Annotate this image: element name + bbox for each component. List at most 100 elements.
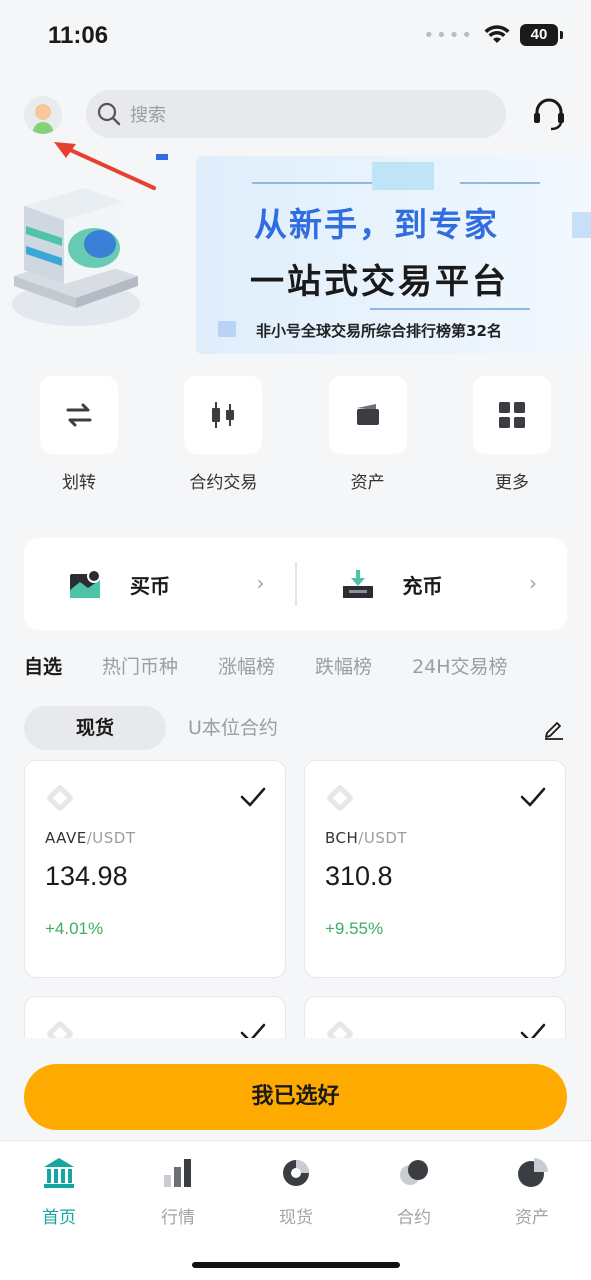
nav-futures[interactable]: 合约 xyxy=(374,1155,454,1228)
subtab-usdt-futures[interactable]: U本位合约 xyxy=(188,706,278,750)
price-change: +9.55% xyxy=(325,919,384,938)
search-bar[interactable]: 搜索 xyxy=(86,90,506,138)
tab-24h-volume[interactable]: 24H交易榜 xyxy=(412,652,507,679)
buy-crypto-button[interactable]: 买币 › xyxy=(24,538,295,630)
coin-card-partial[interactable] xyxy=(304,996,566,1038)
chevron-right-icon: › xyxy=(529,571,537,595)
nav-label: 首页 xyxy=(42,1208,76,1228)
quick-action-label: 划转 xyxy=(62,473,96,493)
quick-action-futures-trade[interactable]: 合约交易 xyxy=(168,376,278,493)
signal-icon: •••• xyxy=(423,24,474,46)
quick-action-box xyxy=(328,376,407,454)
grid-icon xyxy=(498,402,525,428)
pair-base: AAVE xyxy=(45,829,87,847)
candlestick-icon xyxy=(212,402,235,428)
trading-pair: AAVE/USDT xyxy=(45,829,136,847)
coin-card-partial[interactable] xyxy=(24,996,286,1038)
status-bar: 11:06 •••• 40 xyxy=(0,0,591,76)
coin-placeholder-icon xyxy=(327,785,353,811)
pair-quote: /USDT xyxy=(358,829,408,847)
coin-price: 134.98 xyxy=(45,861,128,891)
trading-pair: BCH/USDT xyxy=(325,829,407,847)
quick-action-transfer[interactable]: 划转 xyxy=(24,376,134,493)
futures-icon xyxy=(400,1160,428,1185)
tab-hot-coins[interactable]: 热门币种 xyxy=(102,652,178,679)
confirm-selection-button[interactable]: 我已选好 xyxy=(24,1064,567,1130)
pair-base: BCH xyxy=(325,829,359,847)
banner-decor-line xyxy=(370,308,530,310)
coin-placeholder-icon xyxy=(327,1021,353,1038)
tab-losers[interactable]: 跌幅榜 xyxy=(315,652,372,679)
buy-crypto-label: 买币 xyxy=(130,573,170,598)
check-icon[interactable] xyxy=(239,785,267,809)
banner-decor-line xyxy=(460,182,540,184)
avatar-icon xyxy=(24,96,62,134)
banner-subtitle: 非小号全球交易所综合排行榜第32名 xyxy=(256,322,502,340)
banner-decor-block xyxy=(156,154,168,160)
home-icon xyxy=(44,1158,74,1188)
banner-title-line2: 一站式交易平台 xyxy=(250,262,509,302)
nav-spot[interactable]: 现货 xyxy=(256,1155,336,1228)
check-icon[interactable] xyxy=(519,1021,547,1038)
edit-icon[interactable] xyxy=(543,718,565,740)
search-placeholder: 搜索 xyxy=(130,105,166,126)
check-icon[interactable] xyxy=(519,785,547,809)
avatar[interactable] xyxy=(24,96,62,134)
nav-market[interactable]: 行情 xyxy=(138,1155,218,1228)
check-icon[interactable] xyxy=(239,1021,267,1038)
coin-placeholder-icon xyxy=(47,1021,73,1038)
wifi-icon xyxy=(484,25,510,43)
tab-gainers[interactable]: 涨幅榜 xyxy=(218,652,275,679)
quick-actions: 划转 合约交易 资产 更多 xyxy=(24,376,567,493)
transfer-icon xyxy=(66,403,92,427)
banner-title-line1: 从新手，到专家 xyxy=(254,205,499,244)
coin-placeholder-icon xyxy=(47,785,73,811)
assets-icon xyxy=(518,1158,548,1187)
server-illustration-icon xyxy=(12,188,140,326)
tab-watchlist[interactable]: 自选 xyxy=(24,652,62,679)
header: 搜索 xyxy=(0,88,591,140)
coin-card-aave[interactable]: AAVE/USDT 134.98 +4.01% xyxy=(24,760,286,978)
bottom-nav: 首页 行情 现货 合约 资产 xyxy=(0,1140,591,1280)
promo-banner[interactable]: 从新手，到专家 一站式交易平台 非小号全球交易所综合排行榜第32名 xyxy=(0,150,591,360)
chevron-right-icon: › xyxy=(256,571,265,595)
quick-action-box xyxy=(40,376,118,454)
deposit-icon xyxy=(342,570,373,598)
quick-action-box xyxy=(184,376,263,454)
nav-label: 行情 xyxy=(161,1208,195,1228)
coin-card-bch[interactable]: BCH/USDT 310.8 +9.55% xyxy=(304,760,566,978)
quick-action-label: 资产 xyxy=(350,473,385,493)
subtab-spot[interactable]: 现货 xyxy=(24,706,166,750)
home-indicator xyxy=(192,1262,400,1268)
pair-quote: /USDT xyxy=(86,829,136,847)
nav-home[interactable]: 首页 xyxy=(19,1155,99,1228)
deposit-label: 充币 xyxy=(402,573,443,598)
spot-icon xyxy=(283,1160,309,1186)
banner-sub-marker xyxy=(218,321,236,337)
wallet-icon xyxy=(356,404,379,425)
status-indicators: •••• 40 xyxy=(424,24,563,46)
price-change: +4.01% xyxy=(45,919,104,938)
battery-indicator: 40 xyxy=(520,24,558,46)
sub-tabs: 现货 U本位合约 xyxy=(24,706,567,750)
deposit-button[interactable]: 充币 › xyxy=(297,538,568,630)
battery-tip xyxy=(560,31,563,39)
quick-action-assets[interactable]: 资产 xyxy=(313,376,423,493)
buy-crypto-icon xyxy=(70,569,101,598)
status-time: 11:06 xyxy=(48,22,109,49)
quick-action-more[interactable]: 更多 xyxy=(457,376,567,493)
market-icon xyxy=(164,1159,191,1187)
market-tabs: 自选 热门币种 涨幅榜 跌幅榜 24H交易榜 xyxy=(24,652,591,679)
buy-deposit-card: 买币 › 充币 › xyxy=(24,538,567,630)
nav-label: 合约 xyxy=(397,1208,431,1228)
nav-label: 资产 xyxy=(515,1208,549,1228)
customer-support-icon[interactable] xyxy=(529,94,569,134)
quick-action-box xyxy=(472,376,551,454)
nav-assets[interactable]: 资产 xyxy=(492,1155,572,1228)
search-icon xyxy=(97,102,121,126)
quick-action-label: 更多 xyxy=(494,473,529,493)
banner-decor-block xyxy=(572,212,591,238)
banner-decor-block xyxy=(372,162,434,190)
coin-price: 310.8 xyxy=(325,861,393,891)
quick-action-label: 合约交易 xyxy=(189,473,258,493)
